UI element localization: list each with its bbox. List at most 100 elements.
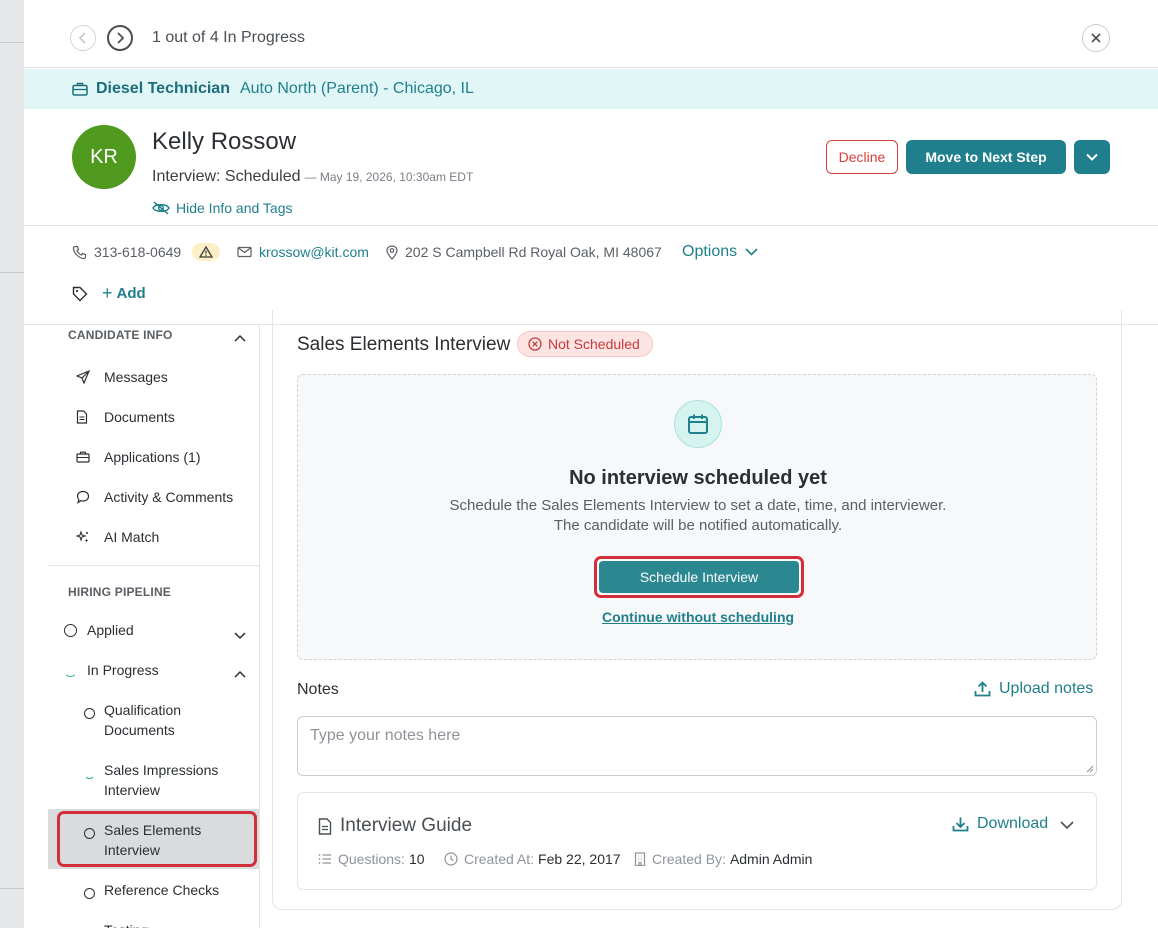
email-link[interactable]: krossow@kit.com bbox=[259, 244, 369, 260]
continue-link-text[interactable]: Continue without scheduling bbox=[602, 609, 794, 625]
document-icon bbox=[76, 410, 96, 424]
phone-contact[interactable]: 313-618-0649 bbox=[72, 244, 181, 260]
upload-notes-button[interactable]: Upload notes bbox=[974, 680, 1093, 698]
substage-label: Sales Elements Interview bbox=[104, 822, 202, 858]
expand-applied-button[interactable] bbox=[234, 627, 246, 645]
schedule-empty-state: No interview scheduled yet Schedule the … bbox=[297, 374, 1097, 660]
hide-info-toggle[interactable]: Hide Info and Tags bbox=[152, 200, 293, 216]
address-text: 202 S Campbell Rd Royal Oak, MI 48067 bbox=[405, 244, 662, 260]
chevron-up-icon bbox=[234, 334, 246, 342]
sidebar-item-ai-match[interactable]: AI Match bbox=[76, 529, 159, 545]
substage-sales-impressions[interactable]: Sales Impressions Interview bbox=[84, 760, 254, 800]
add-tag-button[interactable]: + Add bbox=[102, 283, 146, 304]
phone-icon bbox=[72, 245, 87, 259]
interview-guide-card: Interview Guide Download Questions: 10 C… bbox=[297, 792, 1097, 890]
sidebar-item-activity[interactable]: Activity & Comments bbox=[76, 489, 233, 505]
questions-label: Questions: bbox=[338, 851, 405, 867]
created-by-value: Admin Admin bbox=[729, 851, 813, 867]
notes-label: Notes bbox=[297, 681, 339, 698]
sidebar-item-applications[interactable]: Applications (1) bbox=[76, 449, 201, 465]
created-at-value: Feb 22, 2017 bbox=[538, 851, 621, 867]
expand-guide-button[interactable] bbox=[1060, 817, 1074, 835]
substage-reference-checks[interactable]: Reference Checks bbox=[84, 880, 254, 904]
guide-questions: Questions: 10 bbox=[318, 851, 425, 867]
continue-without-scheduling-link: Continue without scheduling bbox=[298, 609, 1098, 625]
status-badge: Not Scheduled bbox=[517, 331, 653, 357]
stage-label: In Progress bbox=[87, 662, 159, 678]
collapse-in-progress-button[interactable] bbox=[234, 665, 246, 683]
created-at-label: Created At: bbox=[464, 851, 535, 867]
download-icon bbox=[952, 817, 969, 832]
questions-value: 10 bbox=[408, 851, 425, 867]
comment-icon bbox=[76, 490, 96, 504]
candidate-sidebar: CANDIDATE INFO Messages Documents Applic… bbox=[48, 325, 260, 928]
stage-applied[interactable]: Applied bbox=[64, 622, 134, 638]
background-divider bbox=[0, 272, 24, 273]
drawer-top-nav: 1 out of 4 In Progress bbox=[24, 0, 1158, 68]
options-dropdown[interactable]: Options bbox=[682, 243, 758, 261]
guide-title-text: Interview Guide bbox=[340, 815, 473, 836]
close-drawer-button[interactable] bbox=[1082, 24, 1110, 52]
location-pin-icon bbox=[386, 244, 398, 260]
x-circle-icon bbox=[528, 337, 542, 351]
schedule-interview-button[interactable]: Schedule Interview bbox=[599, 561, 799, 593]
substage-label: Sales Impressions Interview bbox=[104, 762, 219, 798]
in-progress-indicator bbox=[64, 664, 77, 677]
add-tag-label: Add bbox=[116, 285, 146, 302]
next-step-dropdown-button[interactable] bbox=[1074, 140, 1110, 174]
guide-created-at: Created At: Feb 22, 2017 bbox=[444, 851, 621, 867]
background-page bbox=[0, 0, 24, 928]
stage-date: — May 19, 2026, 10:30am EDT bbox=[304, 170, 474, 184]
stage-title: Sales Elements Interview bbox=[297, 334, 511, 355]
sidebar-item-label: Applications (1) bbox=[104, 449, 201, 465]
email-contact[interactable]: krossow@kit.com bbox=[237, 244, 369, 260]
sidebar-item-documents[interactable]: Documents bbox=[76, 409, 175, 425]
substage-testing[interactable]: Testing bbox=[84, 920, 254, 928]
phone-warning-badge[interactable] bbox=[192, 243, 220, 261]
job-location[interactable]: Auto North (Parent) - Chicago, IL bbox=[240, 80, 474, 98]
empty-state-line-1: Schedule the Sales Elements Interview to… bbox=[449, 497, 947, 514]
move-to-next-step-button[interactable]: Move to Next Step bbox=[906, 140, 1066, 174]
plus-icon: + bbox=[102, 283, 113, 303]
decline-button[interactable]: Decline bbox=[826, 140, 898, 174]
candidate-name: Kelly Rossow bbox=[152, 128, 297, 155]
sidebar-item-label: Documents bbox=[104, 409, 175, 425]
substage-sales-elements[interactable]: Sales Elements Interview bbox=[84, 820, 254, 860]
tag-icon bbox=[72, 286, 88, 301]
resize-handle-icon[interactable] bbox=[1084, 763, 1094, 773]
candidate-stage: Interview: Scheduled — May 19, 2026, 10:3… bbox=[152, 168, 473, 186]
notes-textarea[interactable]: Type your notes here bbox=[297, 716, 1097, 776]
close-icon bbox=[1091, 33, 1101, 43]
stage-status-circle bbox=[64, 623, 77, 637]
sidebar-item-label: Messages bbox=[104, 369, 168, 385]
download-guide-button[interactable]: Download bbox=[952, 815, 1048, 833]
candidate-info-heading: CANDIDATE INFO bbox=[68, 328, 173, 342]
collapse-candidate-info-button[interactable] bbox=[234, 329, 246, 347]
previous-candidate-button[interactable] bbox=[70, 25, 96, 51]
substage-qualification-documents[interactable]: Qualification Documents bbox=[84, 700, 254, 740]
send-icon bbox=[76, 370, 96, 384]
background-divider bbox=[0, 42, 24, 43]
document-icon bbox=[318, 817, 332, 835]
address-contact: 202 S Campbell Rd Royal Oak, MI 48067 bbox=[386, 244, 662, 260]
interview-guide-title[interactable]: Interview Guide bbox=[318, 815, 472, 837]
stage-in-progress[interactable]: In Progress bbox=[64, 662, 159, 678]
job-title-link[interactable]: Diesel Technician bbox=[96, 80, 230, 98]
guide-created-by: Created By: Admin Admin bbox=[634, 851, 812, 867]
chevron-down-icon bbox=[745, 248, 758, 256]
next-candidate-button[interactable] bbox=[107, 25, 133, 51]
created-by-label: Created By: bbox=[652, 851, 726, 867]
stage-label: Interview: Scheduled bbox=[152, 168, 301, 185]
stage-status-circle bbox=[84, 708, 95, 719]
chevron-left-icon bbox=[78, 32, 86, 44]
chevron-up-icon bbox=[234, 670, 246, 678]
candidate-counter: 1 out of 4 In Progress bbox=[152, 29, 305, 46]
download-label: Download bbox=[977, 815, 1049, 832]
hiring-pipeline-heading: HIRING PIPELINE bbox=[68, 585, 172, 599]
sidebar-item-label: AI Match bbox=[104, 529, 160, 545]
background-divider bbox=[0, 888, 24, 889]
briefcase-icon bbox=[76, 451, 96, 463]
sidebar-item-messages[interactable]: Messages bbox=[76, 369, 168, 385]
avatar: KR bbox=[72, 125, 136, 189]
phone-number: 313-618-0649 bbox=[94, 244, 182, 260]
